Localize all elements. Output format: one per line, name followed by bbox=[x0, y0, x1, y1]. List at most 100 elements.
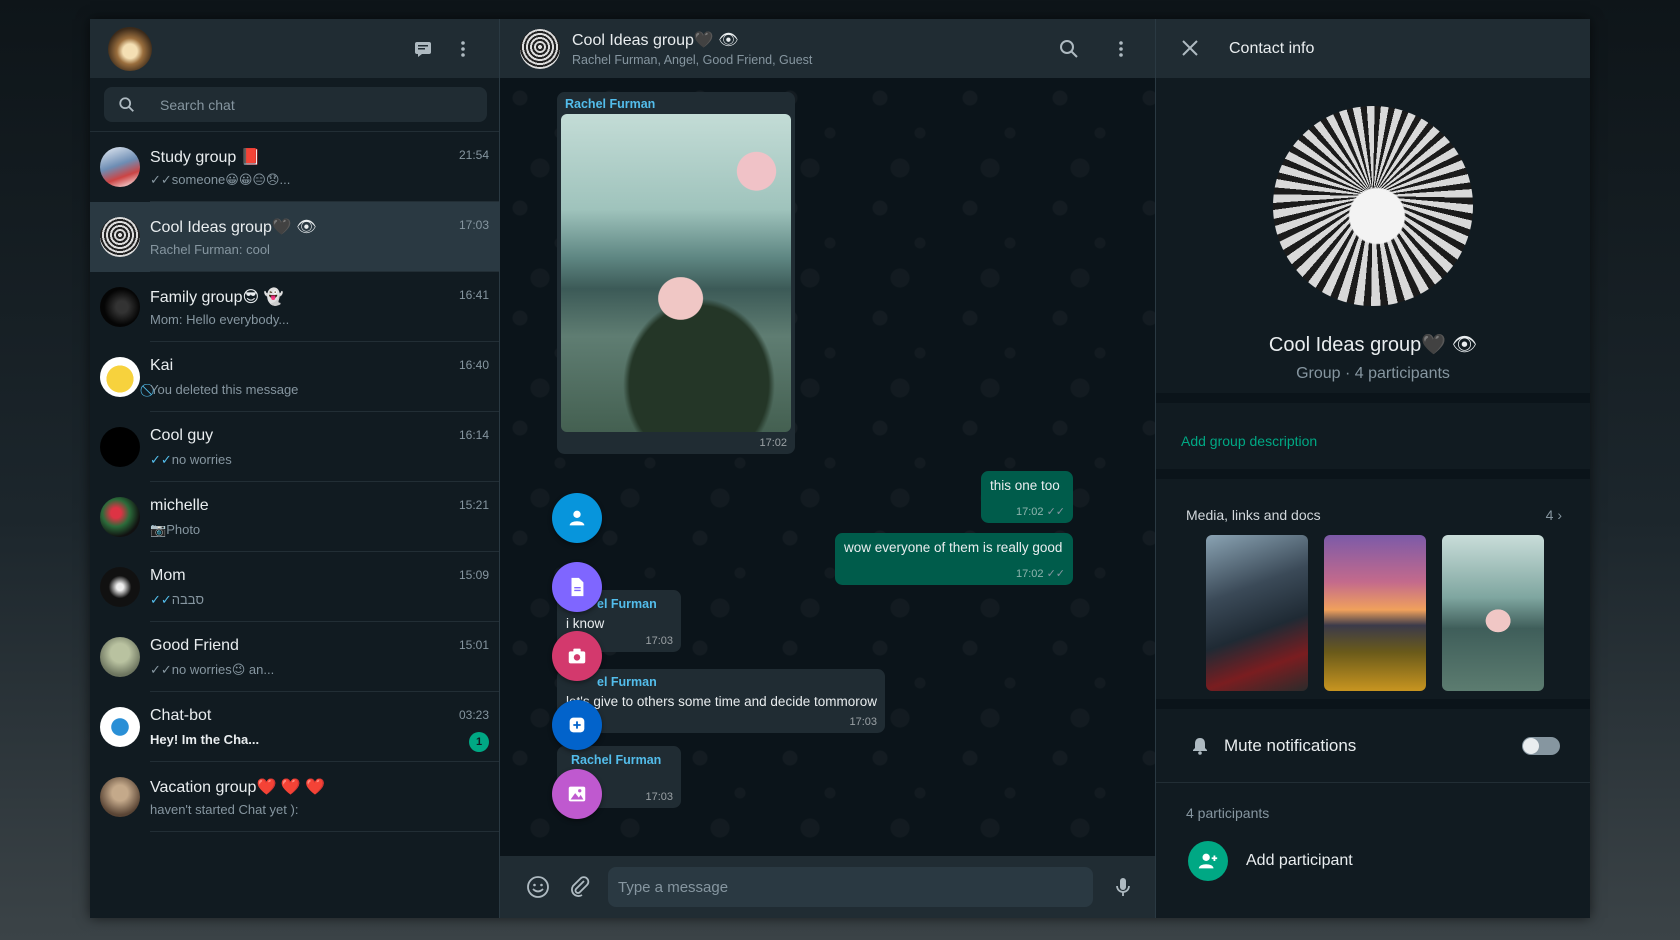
incoming-message[interactable]: el Furman let's give to others some time… bbox=[557, 669, 885, 733]
attach-contact-button[interactable] bbox=[552, 493, 602, 543]
conversation-title: Cool Ideas group🖤 👁 bbox=[572, 32, 739, 49]
conversation-members: Rachel Furman, Angel, Good Friend, Guest bbox=[572, 53, 813, 67]
chat-preview: haven't started Chat yet ): bbox=[150, 802, 299, 817]
chat-time: 16:14 bbox=[458, 428, 489, 442]
chat-list-item[interactable]: Cool guy 16:14 ✓✓no worries bbox=[90, 412, 499, 482]
chat-list-item[interactable]: Family group😎 👻 16:41 Mom: Hello everybody… bbox=[90, 272, 499, 342]
message-text: wow everyone of them is really good bbox=[844, 540, 1063, 555]
message-input[interactable] bbox=[608, 867, 1093, 907]
chat-avatar bbox=[100, 357, 140, 397]
chat-list-item[interactable]: Kai 16:40⃠You deleted this message bbox=[90, 342, 499, 412]
chat-name: Good Friend bbox=[150, 637, 239, 654]
conversation-menu-icon[interactable] bbox=[1101, 29, 1141, 69]
chat-preview: ✓✓סבבה bbox=[150, 592, 204, 607]
message-area: Rachel Furman 17:02 this one too 17:02 ✓… bbox=[500, 78, 1155, 856]
media-count-link[interactable]: 4 › bbox=[1546, 507, 1562, 523]
conversation-header[interactable]: Cool Ideas group🖤 👁 Rachel Furman, Angel… bbox=[500, 19, 1155, 78]
chat-time: 15:01 bbox=[458, 638, 489, 652]
chat-avatar bbox=[100, 427, 140, 467]
chat-preview: Rachel Furman: cool bbox=[150, 242, 270, 257]
chat-preview: ✓✓no worries😉 an... bbox=[150, 662, 275, 677]
add-description-link[interactable]: Add group description bbox=[1156, 403, 1590, 469]
group-meta: Group · 4 participants bbox=[1296, 365, 1450, 382]
chat-time: 15:09 bbox=[458, 568, 489, 582]
chat-preview: 📷Photo bbox=[150, 522, 201, 537]
chat-avatar bbox=[100, 217, 140, 257]
emoji-icon[interactable] bbox=[520, 869, 556, 905]
contact-info-panel: Contact info Cool Ideas group🖤 👁 Group ·… bbox=[1155, 19, 1590, 918]
chat-name: Family group😎 👻 bbox=[150, 289, 284, 306]
search-area bbox=[90, 78, 499, 132]
message-time: 17:03 bbox=[849, 716, 877, 728]
conversation-panel: Cool Ideas group🖤 👁 Rachel Furman, Angel… bbox=[500, 19, 1155, 918]
menu-icon[interactable] bbox=[443, 29, 483, 69]
media-thumbnail[interactable] bbox=[1324, 535, 1426, 691]
chat-list-item[interactable]: Study group 📕 21:54 ✓✓someone😀😀😑😞... bbox=[90, 132, 499, 202]
attach-photos-button[interactable] bbox=[552, 769, 602, 819]
message-time: 17:03 bbox=[645, 635, 673, 647]
add-participant-label: Add participant bbox=[1246, 852, 1353, 869]
message-sender: Rachel Furman bbox=[565, 97, 656, 111]
message-status-icon: 📷 bbox=[150, 522, 167, 537]
chat-avatar bbox=[100, 777, 140, 817]
mute-notifications-row[interactable]: Mute notifications bbox=[1156, 709, 1590, 783]
attach-icon[interactable] bbox=[562, 869, 598, 905]
chat-list: Study group 📕 21:54 ✓✓someone😀😀😑😞... Cool I… bbox=[90, 132, 499, 918]
whatsapp-window: Study group 📕 21:54 ✓✓someone😀😀😑😞... Cool I… bbox=[90, 19, 1590, 918]
chat-list-item[interactable]: Good Friend 15:01 ✓✓no worries😉 an... bbox=[90, 622, 499, 692]
photo-message[interactable]: Rachel Furman 17:02 bbox=[557, 92, 795, 454]
chat-list-item[interactable]: Cool Ideas group🖤 👁 17:03 Rachel Furman: c… bbox=[90, 202, 499, 272]
chat-list-item[interactable]: michelle 15:21 📷Photo bbox=[90, 482, 499, 552]
photos-icon bbox=[568, 786, 586, 802]
chat-avatar bbox=[100, 497, 140, 537]
attach-sticker-button[interactable] bbox=[552, 700, 602, 750]
message-time: 17:02 ✓✓ bbox=[1015, 506, 1065, 518]
group-name: Cool Ideas group🖤 👁 bbox=[1268, 334, 1478, 356]
mute-label: Mute notifications bbox=[1224, 735, 1357, 755]
chat-name: Chat-bot bbox=[150, 707, 212, 724]
compose-bar bbox=[500, 856, 1155, 918]
outgoing-message[interactable]: this one too 17:02 ✓✓ bbox=[981, 471, 1073, 523]
add-participant-button[interactable]: Add participant bbox=[1156, 821, 1590, 881]
attach-document-button[interactable] bbox=[552, 562, 602, 612]
search-input[interactable] bbox=[160, 96, 440, 113]
close-icon[interactable] bbox=[1181, 39, 1201, 59]
media-section: Media, links and docs 4 › bbox=[1156, 479, 1590, 699]
new-chat-icon[interactable] bbox=[403, 29, 443, 69]
chat-time: 15:21 bbox=[458, 498, 489, 512]
chat-list-item[interactable]: Mom 15:09 ✓✓סבבה bbox=[90, 552, 499, 622]
chat-name: Study group 📕 bbox=[150, 149, 261, 166]
message-photo[interactable] bbox=[561, 114, 791, 432]
message-time: 17:02 ✓✓ bbox=[1015, 568, 1065, 580]
message-status-icon: ✓✓ bbox=[150, 662, 172, 677]
my-avatar[interactable] bbox=[108, 26, 152, 71]
media-thumbnail[interactable] bbox=[1206, 535, 1308, 691]
attach-camera-button[interactable] bbox=[552, 631, 602, 681]
camera-icon bbox=[568, 648, 586, 664]
group-avatar[interactable] bbox=[520, 28, 560, 69]
chat-name: michelle bbox=[150, 497, 209, 514]
microphone-icon[interactable] bbox=[1105, 869, 1141, 905]
bell-icon bbox=[1193, 737, 1207, 755]
chat-name: Kai bbox=[150, 357, 174, 374]
chat-preview: Mom: Hello everybody... bbox=[150, 312, 290, 327]
sticker-icon bbox=[569, 717, 585, 733]
chat-avatar bbox=[100, 637, 140, 677]
media-thumbnail[interactable] bbox=[1442, 535, 1544, 691]
search-icon bbox=[119, 96, 134, 112]
chat-list-panel: Study group 📕 21:54 ✓✓someone😀😀😑😞... Cool I… bbox=[90, 19, 500, 918]
left-header bbox=[90, 19, 499, 78]
chat-preview: ✓✓no worries bbox=[150, 452, 232, 467]
message-time: 17:03 bbox=[645, 791, 673, 803]
chat-list-item[interactable]: Vacation group❤️ ❤️ ❤️ haven't started Ch… bbox=[90, 762, 499, 832]
outgoing-message[interactable]: wow everyone of them is really good 17:0… bbox=[835, 533, 1073, 585]
document-icon bbox=[571, 577, 584, 597]
search-box[interactable] bbox=[104, 87, 487, 122]
mute-toggle[interactable] bbox=[1522, 736, 1560, 755]
search-messages-icon[interactable] bbox=[1049, 29, 1089, 69]
chat-list-item[interactable]: Chat-bot 03:23 Hey! Im the Cha... 1 bbox=[90, 692, 499, 762]
group-large-avatar[interactable] bbox=[1273, 106, 1473, 306]
message-status-icon: ✓✓ bbox=[150, 172, 172, 187]
contact-info-title: Contact info bbox=[1229, 39, 1315, 57]
participants-count: 4 participants bbox=[1186, 805, 1270, 821]
